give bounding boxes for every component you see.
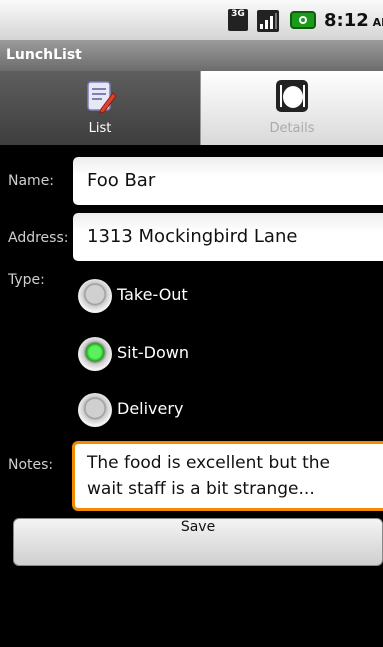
screen: 3G 8:12 AM LunchList List <box>0 0 383 647</box>
notes-line-1: The food is excellent but the <box>87 453 330 473</box>
clock-ampm: AM <box>372 16 383 29</box>
status-bar: 3G 8:12 AM <box>0 0 383 41</box>
radio-take-out-label: Take-Out <box>117 285 188 304</box>
clock: 8:12 AM <box>324 10 383 31</box>
network-3g-icon: 3G <box>228 9 248 31</box>
radio-unchecked-icon[interactable] <box>78 279 112 313</box>
network-label: 3G <box>231 9 245 19</box>
save-button[interactable]: Save <box>13 518 383 566</box>
list-edit-icon <box>87 81 117 114</box>
restaurant-plate-icon <box>276 80 308 112</box>
name-field[interactable]: Foo Bar <box>73 157 383 205</box>
signal-strength-icon <box>257 10 279 32</box>
notes-label: Notes: <box>8 457 54 473</box>
name-label: Name: <box>8 173 55 189</box>
radio-sit-down-label: Sit-Down <box>117 343 189 362</box>
tab-details[interactable]: Details <box>200 71 383 145</box>
clock-time: 8:12 <box>324 10 369 31</box>
tab-list[interactable]: List <box>0 71 200 145</box>
address-label: Address: <box>8 230 69 246</box>
app-title: LunchList <box>6 47 82 63</box>
radio-unchecked-icon[interactable] <box>78 393 112 427</box>
notes-line-2: wait staff is a bit strange... <box>87 479 315 499</box>
app-title-bar: LunchList <box>0 41 383 71</box>
type-label: Type: <box>8 272 45 288</box>
battery-charging-icon <box>290 11 316 29</box>
tab-bar: List Details <box>0 71 383 145</box>
radio-checked-icon[interactable] <box>78 337 112 371</box>
address-field[interactable]: 1313 Mockingbird Lane <box>73 213 383 261</box>
notes-field[interactable]: The food is excellent but the wait staff… <box>72 441 383 511</box>
tab-list-label: List <box>88 121 112 136</box>
radio-delivery-label: Delivery <box>117 399 184 418</box>
tab-details-label: Details <box>269 121 315 136</box>
